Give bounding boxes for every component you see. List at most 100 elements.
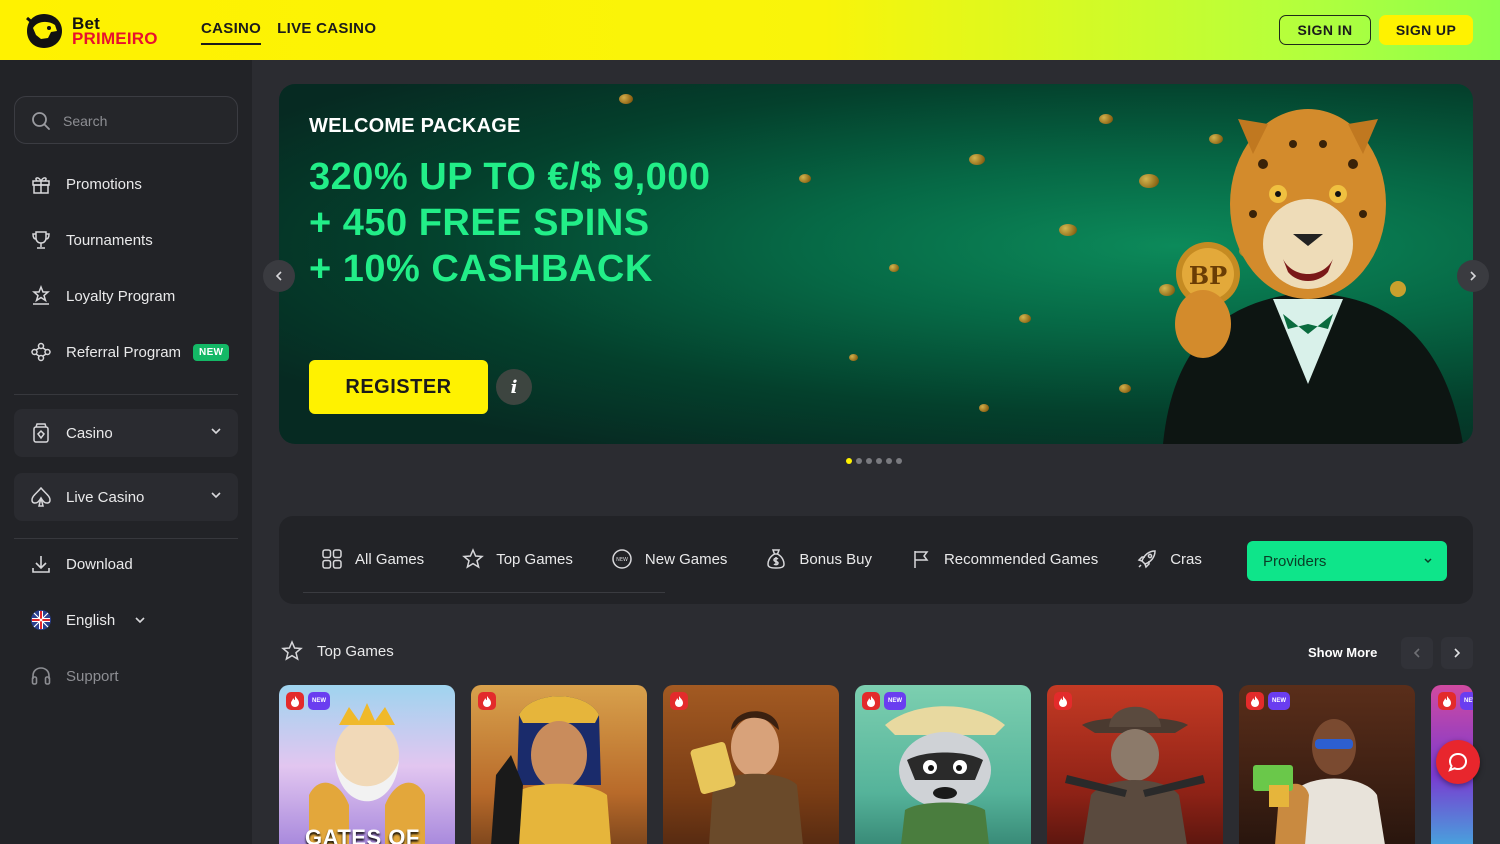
gold-coin [849, 354, 858, 361]
new-badge-icon: NEW [612, 549, 632, 569]
register-button[interactable]: REGISTER [309, 360, 488, 414]
tab-bonus-buy[interactable]: Bonus Buy [765, 548, 872, 570]
hot-fire-icon [670, 692, 688, 710]
sidebar-item-download[interactable]: Download [30, 550, 133, 578]
game-tile[interactable]: NEW [855, 685, 1031, 844]
show-more-link[interactable]: Show More [1308, 645, 1377, 660]
sidebar-item-label: Promotions [66, 175, 142, 193]
tile-tags: NEW [286, 692, 330, 710]
game-title: GATES OF [305, 825, 420, 844]
sidebar-item-tournaments[interactable]: Tournaments [30, 226, 153, 254]
sidebar-group-label: Live Casino [66, 488, 145, 506]
sidebar-item-promotions[interactable]: Promotions [30, 170, 142, 198]
sidebar-item-support[interactable]: Support [30, 662, 119, 690]
game-tile[interactable] [1047, 685, 1223, 844]
sidebar-item-referral[interactable]: Referral Program NEW [30, 338, 230, 366]
sidebar-group-label: Casino [66, 424, 113, 442]
sidebar-group-casino[interactable]: Casino [14, 409, 238, 457]
sidebar-item-label: Referral Program [66, 343, 182, 361]
gold-coin [799, 174, 811, 183]
gold-coin [619, 94, 633, 104]
carousel-dot[interactable] [876, 458, 882, 464]
sidebar-item-label: Tournaments [66, 231, 153, 249]
sign-in-button[interactable]: SIGN IN [1279, 15, 1371, 45]
tile-tags: NEW [1246, 692, 1290, 710]
game-tile[interactable]: NEW [1239, 685, 1415, 844]
carousel-dot[interactable] [846, 458, 852, 464]
tab-crash[interactable]: Cras [1136, 548, 1202, 570]
tabs-fade [1209, 516, 1249, 604]
sidebar-item-label: Download [66, 555, 133, 573]
tab-top-games[interactable]: Top Games [462, 548, 573, 570]
jaguar-mascot-image: BP [1163, 109, 1463, 444]
carousel-dot[interactable] [856, 458, 862, 464]
tab-all-games[interactable]: All Games [321, 548, 424, 570]
live-chat-button[interactable] [1436, 740, 1480, 784]
star-icon [281, 640, 303, 661]
language-selector[interactable]: English [30, 606, 151, 634]
new-tag: NEW [308, 692, 330, 710]
logo-text-primeiro: PRIMEIRO [72, 29, 158, 48]
chevron-left-icon [1413, 648, 1420, 658]
chevron-right-icon [1470, 271, 1477, 281]
banner-next-button[interactable] [1457, 260, 1489, 292]
banner-prev-button[interactable] [263, 260, 295, 292]
gold-coin [1059, 224, 1077, 236]
nav-live-casino[interactable]: LIVE CASINO [277, 20, 376, 45]
chevron-left-icon [275, 271, 282, 281]
uk-flag-icon [31, 610, 51, 630]
info-button[interactable]: i [496, 369, 532, 405]
games-next-button[interactable] [1441, 637, 1473, 669]
carousel-dot[interactable] [886, 458, 892, 464]
providers-label: Providers [1263, 552, 1327, 570]
tab-label: Recommended Games [943, 550, 1099, 568]
games-prev-button[interactable] [1401, 637, 1433, 669]
game-art-explorer [690, 711, 803, 844]
section-title: Top Games [317, 642, 394, 660]
carousel-dot[interactable] [866, 458, 872, 464]
game-tile[interactable]: NEW GATES OF [279, 685, 455, 844]
sidebar: Promotions Tournaments Loyalty Program R… [0, 60, 252, 844]
new-tag: NEW [1268, 692, 1290, 710]
site-logo[interactable]: Bet PRIMEIRO [24, 12, 164, 50]
search-input[interactable] [63, 109, 223, 133]
sidebar-item-loyalty[interactable]: Loyalty Program [30, 282, 175, 310]
hero-offer-line-1: 320% UP TO €/$ 9,000 [309, 156, 711, 198]
hero-banner[interactable]: WELCOME PACKAGE 320% UP TO €/$ 9,000 + 4… [279, 84, 1473, 444]
carousel-dots [846, 458, 902, 464]
sidebar-item-label: Loyalty Program [66, 287, 176, 305]
tab-recommended-games[interactable]: Recommended Games [910, 548, 1098, 570]
sidebar-group-live-casino[interactable]: Live Casino [14, 473, 238, 521]
hero-title: WELCOME PACKAGE [309, 115, 521, 137]
gift-icon [32, 177, 50, 194]
game-art-cowboy [1065, 706, 1205, 844]
gold-coin [1019, 314, 1031, 323]
hot-fire-icon [478, 692, 496, 710]
headset-icon [31, 667, 51, 685]
download-icon [32, 556, 50, 573]
carousel-dot[interactable] [896, 458, 902, 464]
chevron-down-icon [211, 428, 221, 435]
nav-casino[interactable]: CASINO [201, 20, 262, 45]
sign-up-button[interactable]: SIGN UP [1379, 15, 1473, 45]
new-badge: NEW [193, 343, 230, 361]
hot-fire-icon [1438, 692, 1456, 710]
chevron-down-icon [1424, 558, 1432, 564]
tab-new-games[interactable]: NEW New Games [611, 548, 727, 570]
category-tabs: All Games Top Games NEW New Games Bonus … [321, 548, 1240, 570]
providers-dropdown[interactable]: Providers [1247, 541, 1447, 581]
gold-coin [1099, 114, 1113, 124]
search-box[interactable] [14, 96, 238, 144]
sidebar-divider [14, 394, 238, 395]
tile-tags [1054, 692, 1072, 710]
loyalty-icon [32, 285, 50, 305]
game-tile[interactable] [663, 685, 839, 844]
star-icon [462, 548, 485, 569]
hot-fire-icon [1054, 692, 1072, 710]
hot-fire-icon [1246, 692, 1264, 710]
game-tile[interactable] [471, 685, 647, 844]
chevron-right-icon [1454, 648, 1461, 658]
referral-icon [31, 342, 51, 362]
hot-fire-icon [862, 692, 880, 710]
hot-fire-icon [286, 692, 304, 710]
